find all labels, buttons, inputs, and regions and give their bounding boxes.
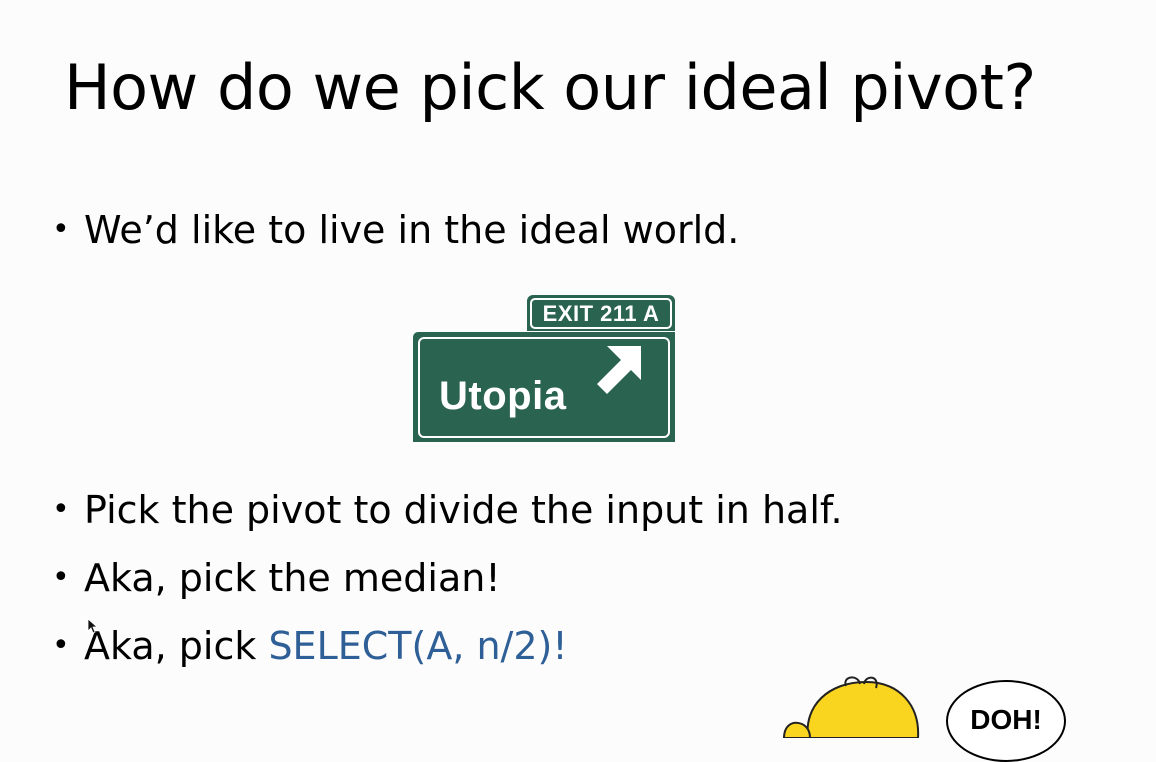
exit-sign-image: EXIT 211 A Utopia (413, 295, 675, 442)
exit-label: EXIT 211 A (530, 298, 672, 329)
sign-destination: Utopia (439, 374, 567, 418)
bullet-item: • We’d like to live in the ideal world. (52, 208, 739, 254)
speech-text: DOH! (970, 704, 1042, 735)
bullet-text: We’d like to live in the ideal world. (84, 208, 740, 252)
bullet-dot: • (52, 492, 70, 527)
bullet-dot: • (52, 560, 70, 595)
arrow-up-right-icon (597, 346, 641, 394)
speech-bubble: DOH! (946, 680, 1066, 762)
bullet-item: • Aka, pick SELECT(A, n/2)! (52, 624, 568, 670)
slide-title: How do we pick our ideal pivot? (64, 51, 1036, 124)
bullet-text: Pick the pivot to divide the input in ha… (84, 488, 843, 532)
bullet-dot: • (52, 628, 70, 663)
bullet-item: • Pick the pivot to divide the input in h… (52, 488, 843, 534)
exit-tab: EXIT 211 A (527, 295, 675, 331)
select-call-text: SELECT(A, n/2)! (268, 624, 568, 668)
bullet-dot: • (52, 212, 70, 247)
bullet-item: • Aka, pick the median! (52, 556, 501, 602)
slide: How do we pick our ideal pivot? • We’d li… (0, 0, 1156, 762)
mouse-cursor-icon (87, 618, 97, 634)
sign-panel: Utopia (413, 332, 675, 442)
bullet-text: Aka, pick (84, 624, 269, 668)
bullet-text: Aka, pick the median! (84, 556, 501, 600)
homer-head-icon (782, 676, 920, 738)
